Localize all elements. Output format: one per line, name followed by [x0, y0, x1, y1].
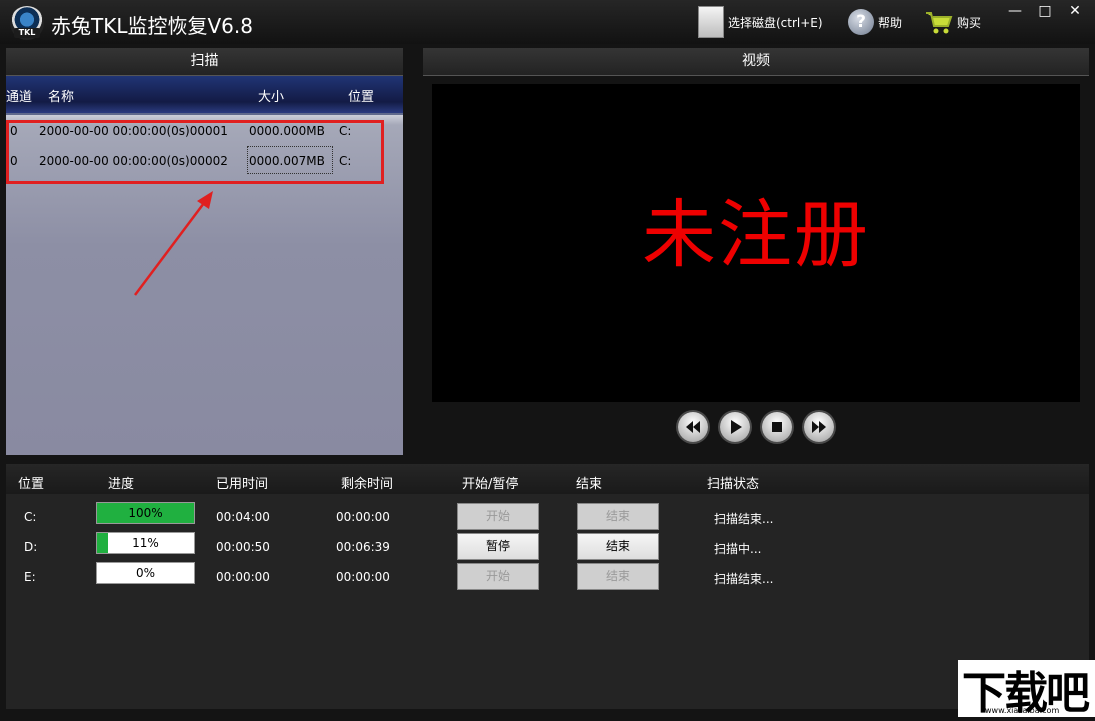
select-disk-button[interactable]: 选择磁盘(ctrl+E) — [698, 4, 823, 40]
fast-forward-button[interactable] — [804, 412, 834, 442]
select-disk-label: 选择磁盘(ctrl+E) — [728, 15, 823, 30]
rewind-button[interactable] — [678, 412, 708, 442]
stop-icon — [772, 422, 782, 432]
row-location: C: — [24, 510, 37, 524]
row-elapsed: 00:04:00 — [216, 510, 270, 524]
buy-label: 购买 — [957, 15, 982, 30]
row-location: E: — [24, 570, 36, 584]
maximize-button[interactable]: □ — [1030, 0, 1060, 22]
column-elapsed: 已用时间 — [216, 477, 269, 492]
end-button[interactable]: 结束 — [577, 533, 659, 560]
column-end: 结束 — [576, 477, 603, 492]
help-icon: ? — [848, 9, 874, 35]
progress-label: 100% — [128, 506, 163, 520]
column-remaining: 剩余时间 — [341, 477, 394, 492]
app-title: 赤兔TKL监控恢复V6.8 — [51, 14, 253, 38]
row-status: 扫描结束... — [714, 512, 774, 526]
end-button[interactable]: 结束 — [577, 503, 659, 530]
rewind-icon — [686, 421, 700, 433]
progress-label: 11% — [132, 536, 159, 550]
buy-button[interactable]: 购买 — [925, 4, 981, 40]
progress-bar: 11% — [96, 532, 195, 554]
scan-panel-title: 扫描 — [6, 48, 403, 76]
disk-icon — [698, 6, 724, 38]
row-location: D: — [24, 540, 38, 554]
play-icon — [731, 420, 742, 434]
column-size[interactable]: 大小 — [258, 86, 284, 105]
progress-label: 0% — [135, 566, 156, 580]
row-status: 扫描结束... — [714, 572, 774, 586]
column-location[interactable]: 位置 — [348, 86, 374, 105]
watermark-url: www.xiazaiba.com — [985, 706, 1060, 715]
row-remaining: 00:06:39 — [336, 540, 390, 554]
unregistered-overlay: 未注册 — [642, 192, 870, 278]
column-start-pause: 开始/暂停 — [462, 477, 519, 492]
end-button[interactable]: 结束 — [577, 563, 659, 590]
column-channel[interactable]: 通道 — [6, 86, 32, 105]
column-progress: 进度 — [108, 477, 135, 492]
help-label: 帮助 — [878, 15, 903, 30]
start-button[interactable]: 开始 — [457, 563, 539, 590]
annotation-arrow-icon — [134, 191, 213, 296]
row-remaining: 00:00:00 — [336, 570, 390, 584]
row-remaining: 00:00:00 — [336, 510, 390, 524]
fast-forward-icon — [812, 421, 826, 433]
highlight-box — [6, 120, 384, 184]
minimize-button[interactable]: — — [1000, 0, 1030, 22]
column-name[interactable]: 名称 — [48, 86, 74, 105]
video-panel-title: 视频 — [423, 48, 1089, 76]
close-button[interactable]: ✕ — [1060, 0, 1090, 22]
scan-table-header: 通道 名称 大小 位置 — [6, 76, 403, 115]
start-button[interactable]: 开始 — [457, 503, 539, 530]
app-logo-text: TKL — [14, 28, 40, 38]
row-elapsed: 00:00:00 — [216, 570, 270, 584]
row-elapsed: 00:00:50 — [216, 540, 270, 554]
row-status: 扫描中... — [714, 542, 762, 556]
cart-icon — [926, 12, 953, 34]
column-location: 位置 — [18, 477, 45, 492]
progress-table-header — [6, 464, 1089, 494]
help-button[interactable]: ? 帮助 — [848, 4, 902, 40]
progress-bar: 100% — [96, 502, 195, 524]
stop-button[interactable] — [762, 412, 792, 442]
progress-table — [6, 494, 1089, 709]
pause-button[interactable]: 暂停 — [457, 533, 539, 560]
play-button[interactable] — [720, 412, 750, 442]
column-scan-status: 扫描状态 — [707, 477, 760, 492]
progress-bar: 0% — [96, 562, 195, 584]
